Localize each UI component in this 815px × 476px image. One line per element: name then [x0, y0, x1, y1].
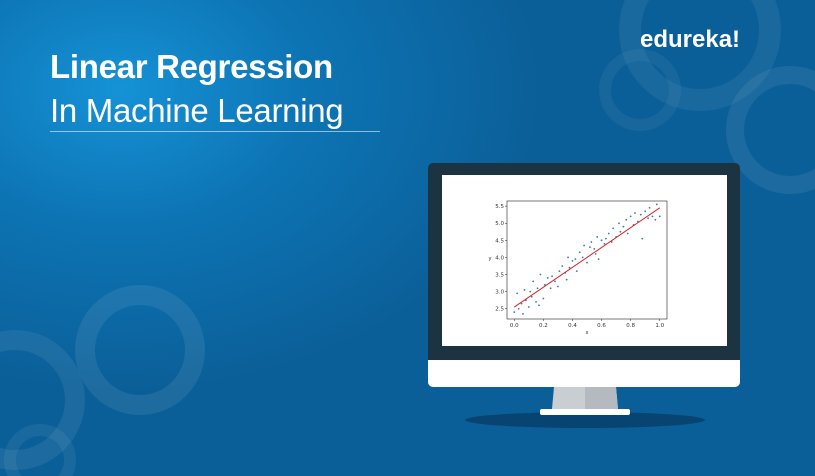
data-point [567, 256, 569, 259]
regression-chart: 0.0 0.2 0.4 0.6 0.8 1.02.53.03.54.04.55.05.5 … [489, 200, 668, 336]
title-divider [50, 131, 380, 132]
monitor-chin [428, 360, 740, 387]
data-point [516, 292, 519, 295]
data-point [600, 239, 603, 242]
data-point [641, 237, 644, 240]
monitor-stand [540, 387, 630, 415]
x-tick-label: 0.2 [539, 323, 548, 329]
data-point [561, 265, 564, 267]
data-point [532, 280, 535, 283]
data-point [558, 270, 561, 273]
brand-logo: edureka! [640, 26, 741, 53]
data-point [594, 253, 597, 255]
data-point [625, 218, 628, 221]
data-point [583, 244, 585, 247]
data-point [644, 210, 647, 213]
data-point [522, 312, 524, 315]
x-tick-label: 0.8 [626, 323, 635, 329]
regression-line [513, 207, 661, 308]
x-axis-label: x [586, 330, 589, 336]
headline-line2: In Machine Learning [50, 92, 344, 129]
data-point [590, 241, 593, 243]
data-point [629, 215, 632, 218]
data-point [603, 242, 606, 245]
y-tick-label: 4.0 [495, 255, 504, 261]
x-tick-label: 0.0 [510, 323, 519, 329]
data-point [648, 206, 651, 209]
data-point [597, 258, 600, 261]
data-point [536, 287, 539, 290]
data-point [549, 287, 552, 290]
data-point [517, 307, 520, 310]
data-point [593, 247, 596, 250]
data-point [551, 275, 553, 278]
data-point [529, 290, 532, 293]
data-point [523, 289, 526, 291]
data-point [574, 258, 577, 261]
data-point [554, 280, 556, 283]
data-point [571, 259, 574, 262]
data-point [612, 227, 615, 230]
headline-line1: Linear Regression [50, 48, 333, 85]
y-axis-label: y [489, 256, 492, 262]
data-point [639, 213, 642, 216]
y-tick-label: 2.5 [495, 307, 504, 313]
data-point [546, 277, 549, 279]
data-point [658, 215, 661, 218]
data-point [542, 297, 545, 300]
data-point [619, 230, 622, 233]
y-tick-label: 3.5 [495, 273, 504, 279]
data-point [622, 225, 625, 228]
data-point [607, 232, 610, 235]
data-point [557, 285, 559, 288]
y-tick-label: 4.5 [495, 238, 504, 244]
data-point [586, 261, 588, 264]
data-point [654, 218, 657, 221]
y-tick-label: 5.5 [495, 204, 504, 210]
data-point [605, 237, 607, 240]
data-point [575, 270, 578, 273]
data-point [535, 300, 537, 303]
data-point [539, 273, 542, 276]
data-point [589, 246, 591, 249]
data-point [655, 203, 658, 206]
data-point [596, 236, 599, 238]
data-point [527, 306, 530, 308]
data-point [647, 217, 649, 220]
y-tick-label: 5.0 [495, 221, 504, 227]
data-point [581, 256, 584, 259]
data-point [565, 278, 568, 281]
x-tick-label: 1.0 [655, 323, 664, 329]
x-tick-label: 0.6 [597, 323, 606, 329]
data-point [634, 212, 636, 214]
y-tick-label: 3.0 [495, 290, 504, 296]
data-point [618, 222, 620, 225]
data-point [578, 251, 581, 254]
data-point [513, 311, 516, 314]
data-point [538, 304, 540, 307]
x-tick-label: 0.4 [568, 323, 577, 329]
data-point [626, 232, 629, 235]
data-point [651, 215, 654, 218]
